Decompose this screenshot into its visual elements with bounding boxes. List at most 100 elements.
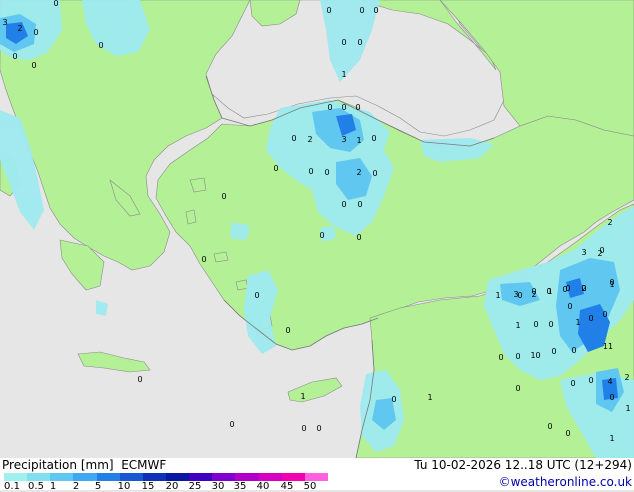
precip-value-label: 1 (515, 321, 520, 330)
precip-value-label: 0 (273, 164, 278, 173)
precip-value-label: 0 (12, 52, 17, 61)
precip-value-label: 0 (498, 353, 503, 362)
precip-value-label: 3 (581, 248, 586, 257)
precip-value-label: 0 (229, 420, 234, 429)
precip-value-label: 0 (341, 200, 346, 209)
legend-tick-label: 1 (49, 481, 57, 492)
legend-swatch (4, 473, 28, 481)
legend-swatch (281, 473, 306, 481)
legend-tick-label: 40 (256, 481, 270, 492)
precip-value-label: 0 (98, 41, 103, 50)
precip-value-label: 0 (515, 384, 520, 393)
legend-swatch (50, 473, 74, 481)
color-legend (4, 473, 329, 481)
precip-value-label: 2 (624, 373, 629, 382)
precip-value-label: 0 (285, 326, 290, 335)
precip-value-label: 3 (513, 290, 518, 299)
legend-tick-label: 25 (188, 481, 202, 492)
precip-value-label: 2 (356, 168, 361, 177)
precip-value-label: 0 (359, 6, 364, 15)
precip-value-label: 3 (2, 18, 7, 27)
legend-swatch (212, 473, 236, 481)
precip-value-label: 0 (567, 302, 572, 311)
precip-value-label: 0 (254, 291, 259, 300)
land-chios (185, 209, 197, 225)
precip-value-label: 0 (547, 422, 552, 431)
precip-value-label: 1 (341, 70, 346, 79)
precip-value-label: 0 (355, 103, 360, 112)
precip-value-label: 0 (31, 61, 36, 70)
valid-time: Tu 10-02-2026 12..18 UTC (12+294) (414, 458, 632, 472)
precip-value-label: 0 (372, 169, 377, 178)
precip-value-label: 0 (201, 255, 206, 264)
precip-value-label: 0 (357, 200, 362, 209)
legend-tick-label: 10 (117, 481, 131, 492)
legend-tick-label: 5 (94, 481, 102, 492)
legend-swatch (142, 473, 167, 481)
precip-value-label: 2 (307, 135, 312, 144)
precip-value-label: 0 (571, 346, 576, 355)
precip-value-label: 0 (301, 424, 306, 433)
precip-value-label: 0 (137, 375, 142, 384)
precip-value-label: 4 (607, 377, 612, 386)
precip-value-label: 1 (427, 393, 432, 402)
precip-value-label: 1 (547, 287, 552, 296)
precip-value-label: 0 (588, 314, 593, 323)
precip-value-label: 0 (570, 379, 575, 388)
precip-value-label: 1 (575, 318, 580, 327)
legend-tick-label: 2 (72, 481, 80, 492)
precip-value-label: 0 (565, 429, 570, 438)
legend-swatch (189, 473, 213, 481)
precip-value-label: 0 (602, 310, 607, 319)
precip-value-label: 0 (221, 192, 226, 201)
legend-tick-label: 20 (165, 481, 179, 492)
legend-tick-label: 50 (303, 481, 317, 492)
precip-value-label: 0 (356, 233, 361, 242)
legend-swatch (166, 473, 190, 481)
precip-value-label: 1 (609, 280, 614, 289)
product-title: Precipitation [mm] ECMWF (2, 458, 167, 472)
precip-value-label: 1 (609, 434, 614, 443)
legend-tick-label: 15 (141, 481, 155, 492)
precip-value-label: 0 (308, 167, 313, 176)
precip-value-label: 0 (599, 246, 604, 255)
precip-value-label: 0 (33, 28, 38, 37)
precip-value-label: 0 (533, 320, 538, 329)
precip-value-label: 1 (356, 136, 361, 145)
precip-value-label: 1 (300, 392, 305, 401)
precip-value-label: 0 (548, 320, 553, 329)
precip-value-label: 0 (588, 376, 593, 385)
precip-value-label: 0 (357, 38, 362, 47)
precip-value-label: 11 (603, 342, 613, 351)
precip-value-label: 0 (609, 393, 614, 402)
precip-value-label: 1 (625, 404, 630, 413)
precip-value-label: 0 (341, 38, 346, 47)
legend-tick-label: 0.1 (4, 481, 20, 492)
precip-value-label: 0 (291, 134, 296, 143)
precip-value-label: 2 (17, 24, 22, 33)
precip-value-label: 0 (341, 103, 346, 112)
credit-link[interactable]: ©weatheronline.co.uk (499, 475, 632, 489)
land-kos (235, 279, 249, 291)
legend-tick-label: 45 (280, 481, 294, 492)
precip-value-label: 0 (371, 134, 376, 143)
precip-value-label: 0 (391, 395, 396, 404)
precip-value-label: 0 (535, 351, 540, 360)
precip-value-label: 2 (531, 290, 536, 299)
legend-swatch (304, 473, 329, 481)
precip-value-label: 2 (607, 218, 612, 227)
precip-value-label: 0 (565, 284, 570, 293)
precip-value-label: 3 (341, 135, 346, 144)
precip-value-label: 2 (581, 284, 586, 293)
legend-swatch (258, 473, 283, 481)
precip-value-label: 1 (495, 291, 500, 300)
precip-value-label: 0 (515, 352, 520, 361)
legend-swatch (27, 473, 51, 481)
precip-value-label: 0 (326, 6, 331, 15)
precip-value-label: 0 (324, 168, 329, 177)
legend-tick-label: 35 (233, 481, 247, 492)
legend-swatch (235, 473, 260, 481)
precip-value-label: 0 (373, 6, 378, 15)
legend-tick-label: 30 (211, 481, 225, 492)
legend-tick-label: 0.5 (28, 481, 44, 492)
